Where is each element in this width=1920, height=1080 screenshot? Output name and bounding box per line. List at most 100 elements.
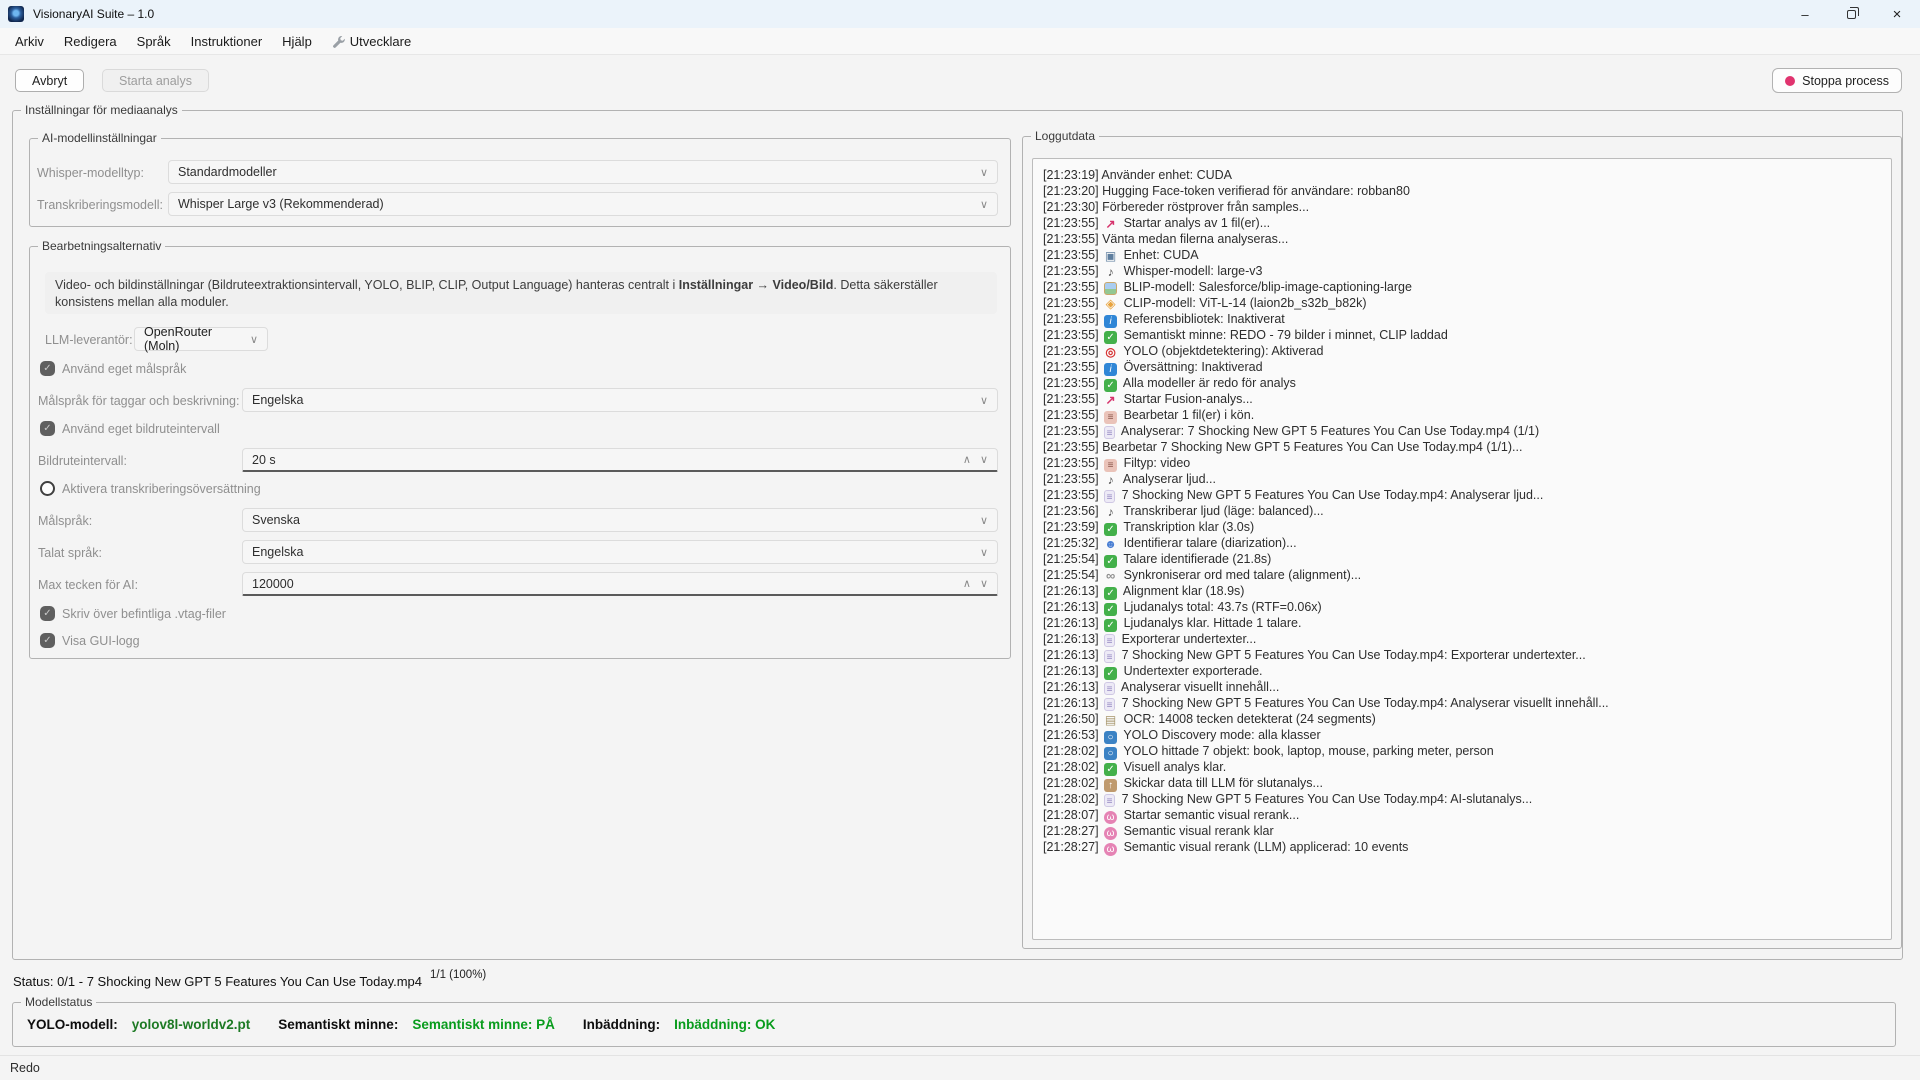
log-timestamp: [21:26:13]	[1043, 648, 1102, 662]
yolo-model-value: yolov8l-worldv2.pt	[132, 1017, 251, 1032]
use-target-language-checkbox[interactable]: ✓	[40, 361, 55, 376]
log-text: Startar semantic visual rerank...	[1124, 808, 1300, 822]
log-timestamp: [21:23:55]	[1043, 456, 1102, 470]
transcription-model-select[interactable]: Whisper Large v3 (Rekommenderad) ∨	[168, 192, 998, 216]
log-entry: [21:26:13] ≡ 7 Shocking New GPT 5 Featur…	[1043, 695, 1881, 711]
target-language-select[interactable]: Svenska ∨	[242, 508, 998, 532]
log-text: Alla modeller är redo för analys	[1123, 376, 1296, 390]
log-text: Bearbetar 1 fil(er) i kön.	[1124, 408, 1255, 422]
combo-value: Standardmodeller	[178, 165, 277, 179]
spin-down-icon[interactable]: ∨	[980, 453, 988, 466]
checkbox-label: Använd eget bildruteintervall	[62, 422, 220, 436]
log-entry: [21:28:27] ω Semantic visual rerank klar	[1043, 823, 1881, 839]
close-button[interactable]: ×	[1874, 0, 1920, 28]
menu-sprak[interactable]: Språk	[127, 34, 181, 49]
log-entry: [21:23:55] ≡ Filtyp: video	[1043, 455, 1881, 471]
cancel-button[interactable]: Avbryt	[15, 69, 84, 92]
spin-up-icon[interactable]: ∧	[963, 453, 971, 466]
log-text: Identifierar talare (diarization)...	[1124, 536, 1297, 550]
mic-icon: ♪	[1104, 474, 1117, 487]
log-output[interactable]: [21:23:19] Använder enhet: CUDA[21:23:20…	[1032, 158, 1892, 940]
log-timestamp: [21:23:55]	[1043, 376, 1102, 390]
log-text: Transkriberar ljud (läge: balanced)...	[1123, 504, 1323, 518]
semantic-memory-value: Semantiskt minne: PÅ	[412, 1017, 555, 1032]
log-timestamp: [21:25:54]	[1043, 568, 1102, 582]
log-timestamp: [21:26:13]	[1043, 616, 1102, 630]
log-timestamp: [21:23:55]	[1043, 248, 1102, 262]
stop-process-button[interactable]: Stoppa process	[1772, 68, 1902, 93]
tag-icon: ◈	[1104, 297, 1117, 310]
log-text: Hugging Face-token verifierad för använd…	[1102, 184, 1410, 198]
chevron-down-icon: ∨	[980, 394, 988, 407]
computer-icon: ▣	[1104, 250, 1117, 263]
log-text: Vänta medan filerna analyseras...	[1102, 232, 1288, 246]
tag-language-select[interactable]: Engelska ∨	[242, 388, 998, 412]
log-entry: [21:28:27] ω Semantic visual rerank (LLM…	[1043, 839, 1881, 855]
log-timestamp: [21:26:13]	[1043, 600, 1102, 614]
overwrite-vtag-files-checkbox[interactable]: ✓	[40, 606, 55, 621]
log-text: Transkription klar (3.0s)	[1123, 520, 1254, 534]
enable-transcription-translation-checkbox[interactable]: ✓	[40, 481, 55, 496]
log-timestamp: [21:25:54]	[1043, 552, 1102, 566]
log-entry: [21:23:55] i Översättning: Inaktiverad	[1043, 359, 1881, 375]
restore-button[interactable]	[1828, 0, 1874, 28]
log-entry: [21:25:54] ✓ Talare identifierade (21.8s…	[1043, 551, 1881, 567]
book-icon: ▤	[1104, 714, 1117, 727]
log-timestamp: [21:25:32]	[1043, 536, 1102, 550]
log-timestamp: [21:23:55]	[1043, 296, 1102, 310]
image-icon: ▦	[1104, 282, 1117, 295]
checkbox-label: Aktivera transkriberingsöversättning	[62, 482, 261, 496]
page-icon: ≡	[1104, 794, 1115, 807]
menu-arkiv[interactable]: Arkiv	[5, 34, 54, 49]
page-icon: ≡	[1104, 426, 1115, 439]
log-timestamp: [21:23:55]	[1043, 312, 1102, 326]
log-entry: [21:28:07] ω Startar semantic visual rer…	[1043, 807, 1881, 823]
rocket-icon: ↗	[1104, 394, 1117, 407]
log-timestamp: [21:28:02]	[1043, 776, 1102, 790]
page-icon: ≡	[1104, 698, 1115, 711]
log-entry: [21:23:55] ↗ Startar analys av 1 fil(er)…	[1043, 215, 1881, 231]
checkbox-label: Skriv över befintliga .vtag-filer	[62, 607, 226, 621]
tag-language-label: Målspråk för taggar och beskrivning:	[38, 394, 239, 408]
show-gui-log-checkbox[interactable]: ✓	[40, 633, 55, 648]
start-analysis-button[interactable]: Starta analys	[102, 69, 209, 92]
log-timestamp: [21:23:55]	[1043, 424, 1102, 438]
llm-provider-select[interactable]: OpenRouter (Moln) ∨	[134, 327, 268, 351]
log-entry: [21:26:50] ▤ OCR: 14008 tecken detektera…	[1043, 711, 1881, 727]
mic-icon: ♪	[1104, 506, 1117, 519]
frame-interval-spinbox[interactable]: 20 s ∧∨	[242, 448, 998, 472]
log-entry: [21:26:13] ✓ Ljudanalys klar. Hittade 1 …	[1043, 615, 1881, 631]
spoken-language-select[interactable]: Engelska ∨	[242, 540, 998, 564]
log-entry: [21:28:02] ≡ 7 Shocking New GPT 5 Featur…	[1043, 791, 1881, 807]
log-timestamp: [21:28:02]	[1043, 760, 1102, 774]
whisper-model-type-select[interactable]: Standardmodeller ∨	[168, 160, 998, 184]
log-timestamp: [21:23:55]	[1043, 264, 1102, 278]
use-frame-interval-checkbox[interactable]: ✓	[40, 421, 55, 436]
log-entry: [21:23:55] ◎ YOLO (objektdetektering): A…	[1043, 343, 1881, 359]
log-timestamp: [21:28:07]	[1043, 808, 1102, 822]
status-bar-text: Redo	[10, 1061, 40, 1075]
menu-utvecklare[interactable]: Utvecklare	[322, 34, 421, 49]
menu-instruktioner[interactable]: Instruktioner	[181, 34, 273, 49]
spin-up-icon[interactable]: ∧	[963, 577, 971, 590]
minimize-button[interactable]: –	[1782, 0, 1828, 28]
spin-value: 120000	[252, 577, 294, 591]
log-text: 7 Shocking New GPT 5 Features You Can Us…	[1122, 792, 1533, 806]
log-timestamp: [21:23:19]	[1043, 168, 1101, 182]
max-ai-chars-spinbox[interactable]: 120000 ∧ ∨	[242, 572, 998, 596]
settings-info-text: Video- och bildinställningar (Bildruteex…	[45, 272, 997, 314]
log-timestamp: [21:23:55]	[1043, 232, 1102, 246]
log-entry: [21:23:55] ↗ Startar Fusion-analys...	[1043, 391, 1881, 407]
menu-redigera[interactable]: Redigera	[54, 34, 127, 49]
transcription-model-label: Transkriberingsmodell:	[37, 198, 163, 212]
log-timestamp: [21:26:13]	[1043, 632, 1102, 646]
log-timestamp: [21:26:13]	[1043, 696, 1102, 710]
log-entry: [21:26:13] ≡ 7 Shocking New GPT 5 Featur…	[1043, 647, 1881, 663]
menu-hjalp[interactable]: Hjälp	[272, 34, 322, 49]
chevron-down-icon: ∨	[980, 514, 988, 527]
log-text: OCR: 14008 tecken detekterat (24 segment…	[1124, 712, 1376, 726]
log-timestamp: [21:23:56]	[1043, 504, 1102, 518]
spin-down-icon[interactable]: ∨	[980, 577, 988, 590]
log-entry: [21:28:02] ↑ Skickar data till LLM för s…	[1043, 775, 1881, 791]
combo-value: Svenska	[252, 513, 300, 527]
